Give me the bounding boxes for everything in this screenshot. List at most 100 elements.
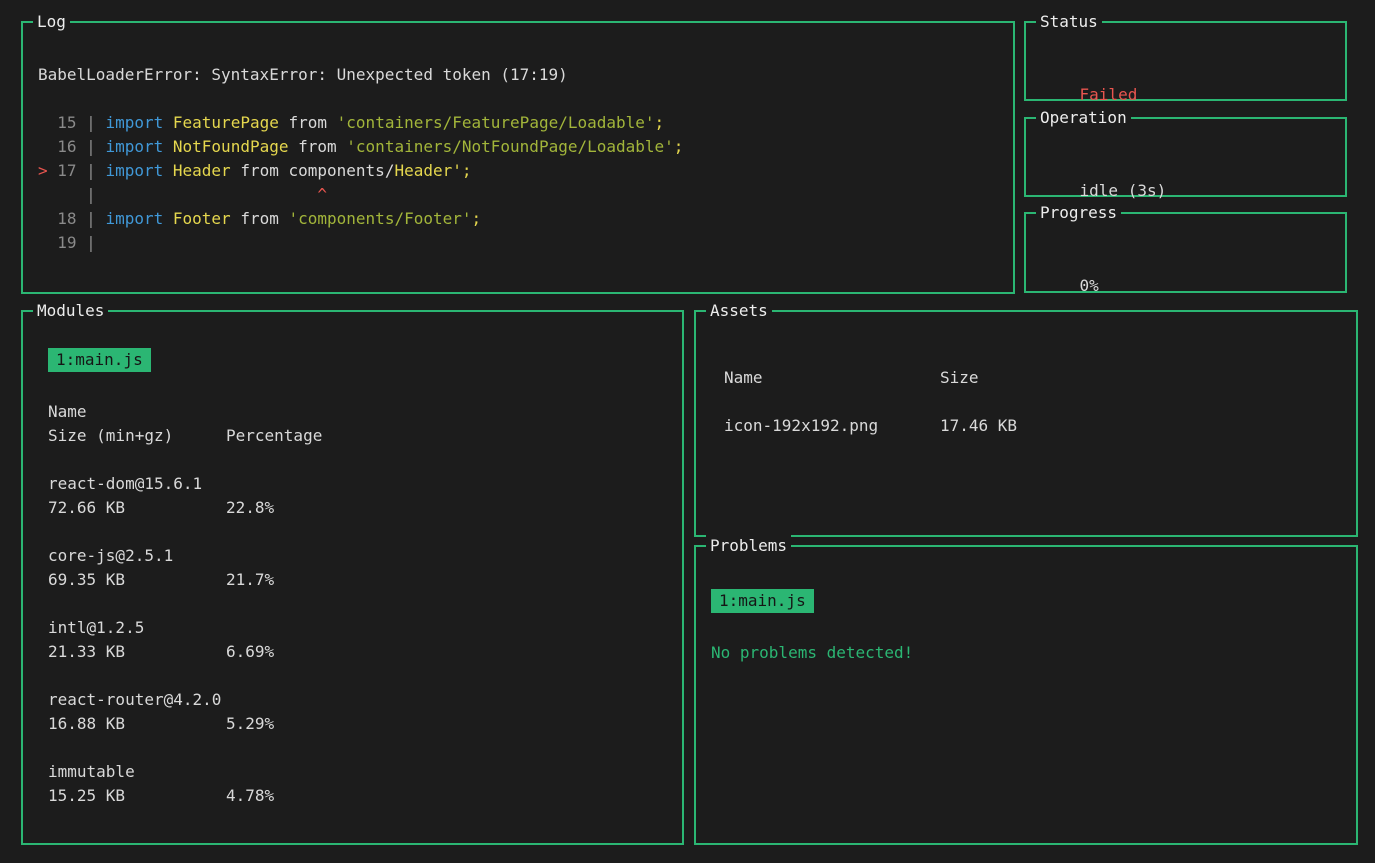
gutter-pipe: | <box>77 185 106 204</box>
module-size: 72.66 KB <box>48 496 226 520</box>
line-number: 16 <box>48 137 77 156</box>
assets-header-name: Name <box>724 366 940 390</box>
code-token: from <box>288 137 346 156</box>
operation-panel: Operation idle (3s) <box>1024 117 1347 197</box>
code-line: 19 | <box>38 231 998 255</box>
asset-name: icon-192x192.png <box>724 414 940 438</box>
asset-row: icon-192x192.png17.46 KB <box>724 414 1328 438</box>
problems-message: No problems detected! <box>711 641 1341 665</box>
module-percentage: 21.7% <box>226 568 657 592</box>
module-row: immutable15.25 KB4.78% <box>48 760 657 808</box>
log-content: BabelLoaderError: SyntaxError: Unexpecte… <box>23 23 1013 255</box>
assets-panel-title: Assets <box>706 299 772 323</box>
code-token: 'components/Footer' <box>288 209 471 228</box>
module-size: 15.25 KB <box>48 784 226 808</box>
progress-value: 0% <box>1080 276 1099 295</box>
module-size-line: 21.33 KB6.69% <box>48 640 657 664</box>
module-name: core-js@2.5.1 <box>48 544 657 568</box>
code-token: from <box>279 113 337 132</box>
code-token: import <box>105 113 163 132</box>
gutter-marker <box>38 185 48 204</box>
line-number: 15 <box>48 113 77 132</box>
module-row: react-router@4.2.016.88 KB5.29% <box>48 688 657 736</box>
modules-table-body: react-dom@15.6.172.66 KB22.8% core-js@2.5… <box>48 472 657 808</box>
code-frame: 15 | import FeaturePage from 'containers… <box>38 111 998 255</box>
code-token: Footer <box>173 209 231 228</box>
code-token: 'containers/NotFoundPage/Loadable' <box>346 137 674 156</box>
module-name: react-router@4.2.0 <box>48 688 657 712</box>
operation-value: idle (3s) <box>1080 181 1167 200</box>
code-token: ; <box>655 113 665 132</box>
operation-panel-title: Operation <box>1036 106 1131 130</box>
line-number: 19 <box>48 233 77 252</box>
module-name: intl@1.2.5 <box>48 616 657 640</box>
module-size-line: 15.25 KB4.78% <box>48 784 657 808</box>
code-spacer <box>105 185 317 204</box>
module-size: 21.33 KB <box>48 640 226 664</box>
gutter-marker: > <box>38 161 48 180</box>
assets-header-size: Size <box>940 366 1328 390</box>
assets-table-body: icon-192x192.png17.46 KB <box>724 414 1328 438</box>
code-token: NotFoundPage <box>173 137 289 156</box>
gutter-pipe: | <box>77 161 106 180</box>
module-size: 16.88 KB <box>48 712 226 736</box>
code-token <box>163 113 173 132</box>
log-panel-title: Log <box>33 10 70 34</box>
code-token: from components/ <box>231 161 395 180</box>
module-size-line: 72.66 KB22.8% <box>48 496 657 520</box>
module-size-line: 69.35 KB21.7% <box>48 568 657 592</box>
code-line: | ^ <box>38 183 998 207</box>
progress-panel-title: Progress <box>1036 201 1121 225</box>
problems-bundle-badge: 1:main.js <box>711 589 814 613</box>
status-panel-title: Status <box>1036 10 1102 34</box>
line-number: 17 <box>48 161 77 180</box>
assets-panel: Assets Name Size icon-192x192.png17.46 K… <box>694 310 1358 537</box>
code-token: 'containers/FeaturePage/Loadable' <box>337 113 655 132</box>
line-number: 18 <box>48 209 77 228</box>
code-token: Header <box>394 161 452 180</box>
gutter-pipe: | <box>77 233 106 252</box>
code-token: '; <box>452 161 471 180</box>
code-token: FeaturePage <box>173 113 279 132</box>
modules-panel-title: Modules <box>33 299 108 323</box>
code-line: > 17 | import Header from components/Hea… <box>38 159 998 183</box>
code-line: 15 | import FeaturePage from 'containers… <box>38 111 998 135</box>
module-percentage: 4.78% <box>226 784 657 808</box>
code-token <box>163 161 173 180</box>
code-token: import <box>105 209 163 228</box>
status-panel: Status Failed <box>1024 21 1347 101</box>
gutter-pipe: | <box>77 209 106 228</box>
code-token <box>163 137 173 156</box>
status-value: Failed <box>1080 85 1138 104</box>
module-name: immutable <box>48 760 657 784</box>
gutter-pipe: | <box>77 137 106 156</box>
asset-size: 17.46 KB <box>940 414 1328 438</box>
gutter-marker <box>38 233 48 252</box>
gutter-pipe: | <box>77 113 106 132</box>
code-token: import <box>105 161 163 180</box>
module-percentage: 6.69% <box>226 640 657 664</box>
code-token: ; <box>674 137 684 156</box>
modules-bundle-badge: 1:main.js <box>48 348 151 372</box>
modules-badge-line: 1:main.js <box>48 348 657 372</box>
module-row: core-js@2.5.169.35 KB21.7% <box>48 544 657 592</box>
code-token <box>163 209 173 228</box>
module-percentage: 22.8% <box>226 496 657 520</box>
module-row: react-dom@15.6.172.66 KB22.8% <box>48 472 657 520</box>
modules-header-name: Name <box>48 400 657 424</box>
module-size: 69.35 KB <box>48 568 226 592</box>
code-token: ^ <box>317 185 327 204</box>
problems-panel: Problems 1:main.js No problems detected! <box>694 545 1358 845</box>
module-percentage: 5.29% <box>226 712 657 736</box>
log-panel: Log BabelLoaderError: SyntaxError: Unexp… <box>21 21 1015 294</box>
line-number <box>48 185 77 204</box>
problems-badge-line: 1:main.js <box>711 589 1341 613</box>
module-size-line: 16.88 KB5.29% <box>48 712 657 736</box>
assets-table-header: Name Size <box>724 366 1328 390</box>
module-row: intl@1.2.521.33 KB6.69% <box>48 616 657 664</box>
module-name: react-dom@15.6.1 <box>48 472 657 496</box>
gutter-marker <box>38 137 48 156</box>
code-token: ; <box>472 209 482 228</box>
code-token: Header <box>173 161 231 180</box>
modules-header-percentage: Percentage <box>226 424 657 448</box>
